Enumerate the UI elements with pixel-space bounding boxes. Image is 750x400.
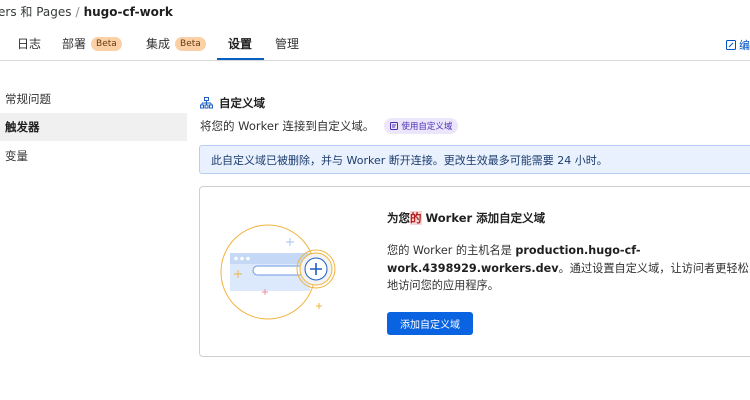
tab-label: 管理 bbox=[275, 37, 300, 51]
breadcrumb-current: hugo-cf-work bbox=[83, 5, 173, 19]
tab-label: 设置 bbox=[228, 37, 253, 51]
sidebar-item-label: 变量 bbox=[5, 149, 28, 163]
tab-settings[interactable]: 设置 bbox=[228, 35, 252, 52]
edit-link[interactable]: 编 bbox=[726, 37, 750, 53]
breadcrumb: ers 和 Pages / hugo-cf-work bbox=[0, 3, 173, 20]
tab-deployments[interactable]: 部署 Beta bbox=[62, 35, 122, 52]
edit-link-label: 编 bbox=[739, 39, 750, 52]
hierarchy-icon bbox=[200, 97, 213, 109]
sidebar-item-triggers[interactable]: 触发器 bbox=[0, 113, 187, 141]
card-body-prefix: 您的 Worker 的主机名是 bbox=[387, 244, 516, 257]
tab-logs[interactable]: 日志 bbox=[17, 35, 41, 52]
tab-label: 日志 bbox=[17, 37, 42, 51]
alert-text: 此自定义域已被删除，并与 Worker 断开连接。更改生效最多可能需要 24 小… bbox=[211, 153, 608, 167]
sidebar-item-variables[interactable]: 变量 bbox=[0, 142, 187, 170]
section-title: 自定义域 bbox=[219, 96, 265, 110]
doc-link-pill[interactable]: 使用自定义域 bbox=[384, 118, 459, 134]
tab-bar: 日志 部署 Beta 集成 Beta 设置 管理 编 bbox=[0, 30, 750, 61]
tab-label: 集成 bbox=[146, 37, 171, 51]
section-description: 将您的 Worker 连接到自定义域。 bbox=[200, 119, 375, 133]
add-custom-domain-card: 为您的 Worker 添加自定义域 您的 Worker 的主机名是 produc… bbox=[199, 186, 750, 357]
card-title-suffix: Worker 添加自定义域 bbox=[421, 211, 546, 225]
edit-icon bbox=[726, 40, 736, 50]
card-title: 为您的 Worker 添加自定义域 bbox=[387, 210, 545, 226]
sidebar-item-general[interactable]: 常规问题 bbox=[0, 85, 187, 113]
sidebar-item-label: 常规问题 bbox=[5, 92, 51, 106]
active-tab-indicator bbox=[217, 58, 264, 60]
tab-manage[interactable]: 管理 bbox=[275, 35, 299, 52]
add-custom-domain-button[interactable]: 添加自定义域 bbox=[387, 312, 473, 335]
doc-link-label: 使用自定义域 bbox=[401, 122, 453, 132]
section-description-row: 将您的 Worker 连接到自定义域。 使用自定义域 bbox=[200, 118, 459, 134]
beta-badge: Beta bbox=[175, 36, 206, 51]
sidebar-item-label: 触发器 bbox=[5, 120, 40, 134]
tab-integrations[interactable]: 集成 Beta bbox=[146, 35, 206, 52]
info-alert: 此自定义域已被删除，并与 Worker 断开连接。更改生效最多可能需要 24 小… bbox=[199, 145, 750, 174]
tab-label: 部署 bbox=[62, 37, 87, 51]
card-title-prefix: 为您 bbox=[387, 211, 410, 225]
document-icon bbox=[390, 122, 399, 130]
custom-domain-illustration bbox=[220, 224, 336, 320]
breadcrumb-separator: / bbox=[75, 5, 80, 19]
card-title-highlight: 的 bbox=[410, 211, 422, 225]
breadcrumb-parent-link[interactable]: ers 和 Pages bbox=[0, 5, 72, 19]
card-body: 您的 Worker 的主机名是 production.hugo-cf-work.… bbox=[387, 242, 750, 295]
section-header: 自定义域 bbox=[200, 95, 265, 111]
beta-badge: Beta bbox=[91, 36, 122, 51]
